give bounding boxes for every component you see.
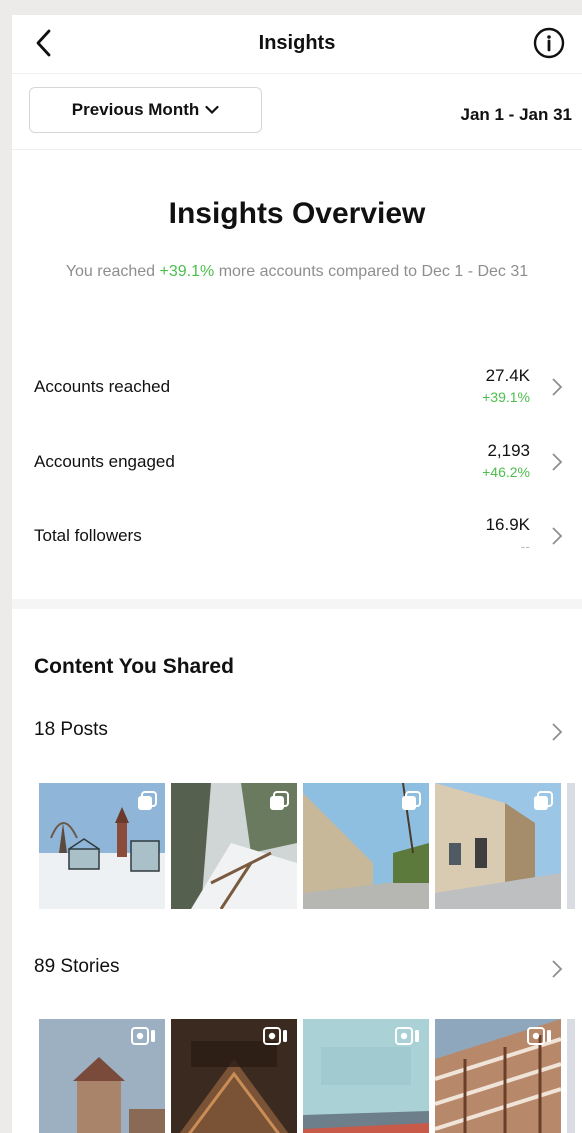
metric-value-box: 27.4K +39.1% bbox=[482, 366, 530, 405]
multi-photo-icon bbox=[534, 791, 553, 810]
stories-count-label: 89 Stories bbox=[34, 956, 120, 977]
post-thumbnail-partial[interactable] bbox=[567, 783, 575, 909]
multi-photo-icon bbox=[402, 791, 421, 810]
story-thumbnail-partial[interactable] bbox=[567, 1019, 575, 1133]
chevron-right-icon bbox=[552, 960, 563, 978]
video-camera-icon bbox=[131, 1027, 155, 1045]
overview-sub-suffix: more accounts compared to Dec 1 - Dec 31 bbox=[214, 263, 529, 280]
posts-count-label: 18 Posts bbox=[34, 719, 108, 740]
posts-row[interactable]: 18 Posts bbox=[34, 719, 568, 749]
chevron-right-icon bbox=[552, 453, 563, 471]
post-thumbnail[interactable] bbox=[435, 783, 561, 909]
metric-change: +46.2% bbox=[482, 464, 530, 480]
post-thumbnail[interactable] bbox=[303, 783, 429, 909]
story-thumbnail[interactable] bbox=[435, 1019, 561, 1133]
overview-title: Insights Overview bbox=[168, 197, 426, 230]
metric-row-accounts-engaged[interactable]: Accounts engaged 2,193 +46.2% bbox=[34, 437, 568, 487]
insights-screen: Insights Previous Month Jan 1 - Jan 31 I… bbox=[12, 15, 582, 1133]
story-thumbnail[interactable] bbox=[39, 1019, 165, 1133]
metric-label: Accounts engaged bbox=[34, 452, 175, 471]
section-divider bbox=[12, 599, 582, 609]
stories-thumbnail-row bbox=[39, 1019, 575, 1133]
metric-label: Total followers bbox=[34, 526, 142, 545]
metric-value-box: 2,193 +46.2% bbox=[482, 441, 530, 480]
multi-photo-icon bbox=[138, 791, 157, 810]
story-thumbnail[interactable] bbox=[171, 1019, 297, 1133]
chevron-right-icon bbox=[552, 527, 563, 545]
metric-change: +39.1% bbox=[482, 389, 530, 405]
period-dropdown[interactable]: Previous Month bbox=[29, 87, 262, 133]
metric-row-total-followers[interactable]: Total followers 16.9K -- bbox=[34, 511, 568, 561]
video-camera-icon bbox=[395, 1027, 419, 1045]
info-icon[interactable] bbox=[532, 26, 566, 60]
story-thumbnail[interactable] bbox=[303, 1019, 429, 1133]
chevron-right-icon bbox=[552, 723, 563, 741]
date-range-text: Jan 1 - Jan 31 bbox=[460, 105, 572, 124]
multi-photo-icon bbox=[270, 791, 289, 810]
metric-value: 27.4K bbox=[485, 366, 530, 385]
post-thumbnail[interactable] bbox=[39, 783, 165, 909]
post-thumbnail[interactable] bbox=[171, 783, 297, 909]
period-dropdown-label: Previous Month bbox=[71, 100, 200, 119]
top-navigation-bar: Insights bbox=[12, 15, 582, 74]
stories-row[interactable]: 89 Stories bbox=[34, 956, 568, 986]
chevron-down-icon bbox=[205, 105, 219, 115]
metric-value: 16.9K bbox=[485, 515, 530, 534]
metric-row-accounts-reached[interactable]: Accounts reached 27.4K +39.1% bbox=[34, 362, 568, 412]
metric-value-box: 16.9K -- bbox=[486, 515, 530, 554]
overview-sub-highlight: +39.1% bbox=[159, 263, 215, 280]
video-camera-icon bbox=[527, 1027, 551, 1045]
posts-thumbnail-row bbox=[39, 783, 575, 909]
page-title: Insights bbox=[258, 32, 336, 54]
chevron-right-icon bbox=[552, 378, 563, 396]
metric-change: -- bbox=[520, 538, 530, 554]
date-filter-bar: Previous Month Jan 1 - Jan 31 bbox=[12, 73, 582, 150]
content-section-title: Content You Shared bbox=[34, 655, 234, 678]
video-camera-icon bbox=[263, 1027, 287, 1045]
overview-sub-prefix: You reached bbox=[65, 263, 160, 280]
metric-label: Accounts reached bbox=[34, 377, 171, 396]
overview-subtitle: You reached +39.1% more accounts compare… bbox=[56, 261, 538, 283]
metric-value: 2,193 bbox=[487, 441, 530, 460]
